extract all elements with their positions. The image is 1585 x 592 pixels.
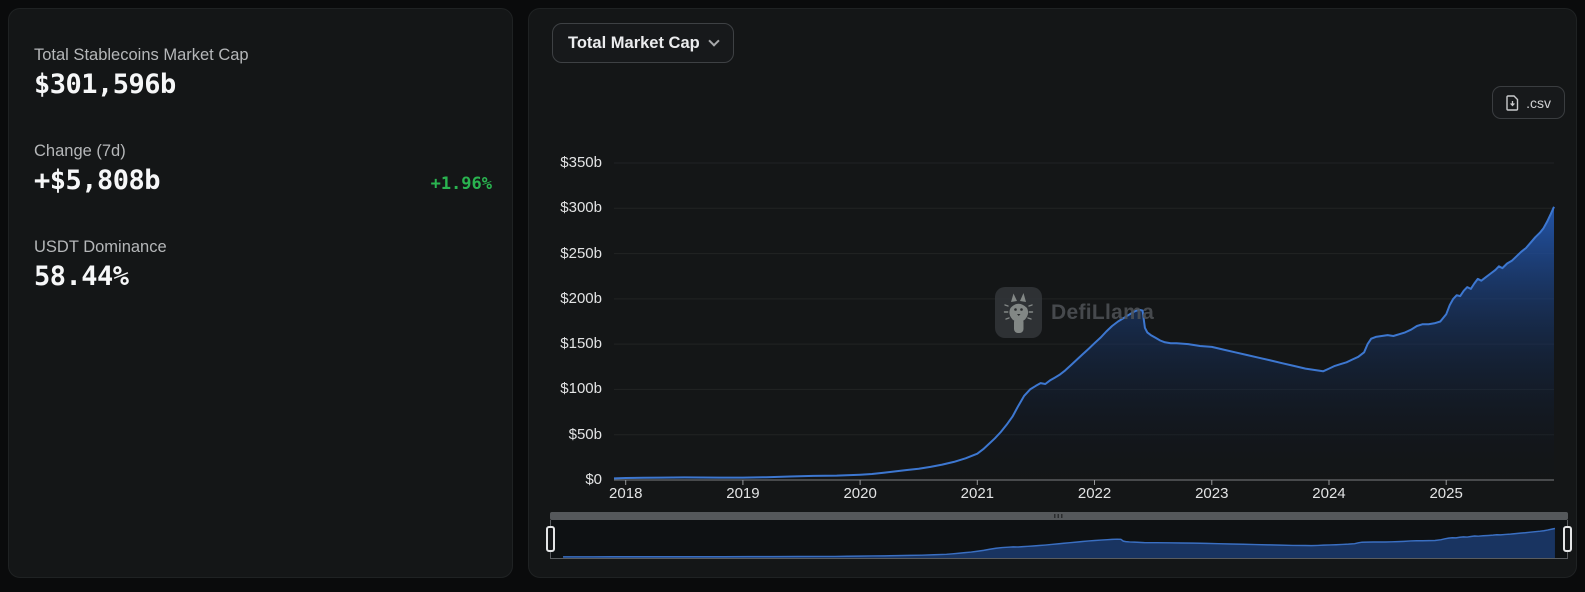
y-axis-label: $50b [532, 425, 602, 445]
y-axis-label: $200b [532, 289, 602, 309]
metric-dropdown[interactable]: Total Market Cap [552, 23, 734, 63]
chevron-down-icon [708, 35, 719, 46]
stat-label: USDT Dominance [34, 235, 492, 259]
stat-label: Change (7d) [34, 139, 492, 163]
stat-value: +$5,808b [34, 163, 160, 199]
x-axis-label: 2019 [713, 485, 773, 503]
x-axis-label: 2020 [830, 485, 890, 503]
y-axis-label: $100b [532, 379, 602, 399]
y-axis-label: $250b [532, 244, 602, 264]
stat-label: Total Stablecoins Market Cap [34, 43, 492, 67]
brush-pan-bar[interactable] [550, 512, 1568, 520]
stat-value: 58.44% [34, 259, 492, 295]
x-axis-label: 2025 [1416, 485, 1476, 503]
stats-panel: Total Stablecoins Market Cap $301,596b C… [8, 8, 513, 578]
x-axis-label: 2024 [1299, 485, 1359, 503]
y-axis-label: $150b [532, 334, 602, 354]
csv-button-label: .csv [1526, 95, 1551, 111]
change-percentage: +1.96% [431, 174, 492, 194]
total-market-cap-stat: Total Stablecoins Market Cap $301,596b [34, 43, 492, 103]
export-csv-button[interactable]: .csv [1492, 86, 1565, 119]
x-axis-label: 2023 [1182, 485, 1242, 503]
usdt-dominance-stat: USDT Dominance 58.44% [34, 235, 492, 295]
metric-dropdown-label: Total Market Cap [568, 34, 700, 53]
x-axis: 20182019202020212022202320242025 [614, 485, 1559, 503]
x-axis-label: 2018 [596, 485, 656, 503]
brush-handle-left[interactable] [546, 526, 555, 552]
x-axis-label: 2022 [1065, 485, 1125, 503]
change-7d-stat: Change (7d) +$5,808b +1.96% [34, 139, 492, 199]
y-axis: $0$50b$100b$150b$200b$250b$300b$350b [529, 163, 605, 480]
x-axis-label: 2021 [947, 485, 1007, 503]
stablecoins-dashboard: Total Stablecoins Market Cap $301,596b C… [0, 0, 1585, 592]
brush-handle-right[interactable] [1563, 526, 1572, 552]
stablecoin-market-cap-area-chart[interactable] [614, 163, 1559, 493]
brush-mini-chart[interactable] [550, 520, 1568, 559]
time-range-brush [550, 512, 1568, 561]
y-axis-label: $350b [532, 153, 602, 173]
chart-panel: Total Market Cap .csv $0 $50b $100b $150b $2… [528, 8, 1577, 578]
stat-value: $301,596b [34, 67, 492, 103]
file-download-icon [1506, 95, 1519, 111]
brush-grip-icon [1054, 514, 1064, 518]
y-axis-label: $0 [532, 470, 602, 490]
y-axis-label: $300b [532, 198, 602, 218]
